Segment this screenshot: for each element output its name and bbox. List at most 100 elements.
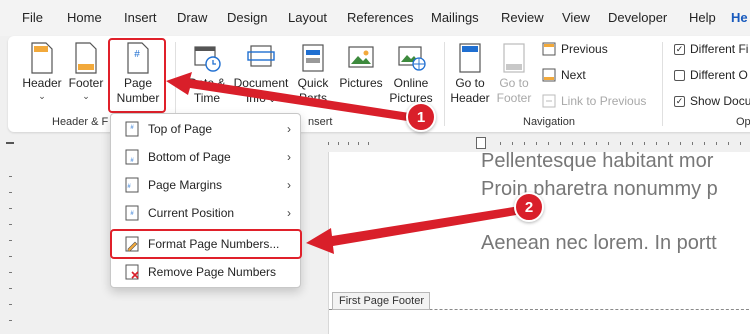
- ruler-tick: [9, 320, 12, 321]
- footer-button[interactable]: Footer ⌄: [66, 42, 106, 101]
- show-document-text-checkbox[interactable]: ✓ Show Docu: [674, 94, 750, 108]
- tab-home[interactable]: Home: [67, 10, 102, 25]
- ruler-tick: [656, 142, 657, 145]
- go-to-header-line1: Go to: [455, 76, 485, 90]
- previous-section-icon: [542, 42, 556, 56]
- group-divider: [662, 42, 663, 126]
- chevron-down-icon: ⌄: [82, 91, 90, 101]
- go-to-header-icon: [459, 43, 481, 73]
- tab-developer[interactable]: Developer: [608, 10, 667, 25]
- ruler-tick: [536, 142, 537, 145]
- ruler-tick: [716, 142, 717, 145]
- checkbox-checked-icon: ✓: [674, 43, 685, 55]
- current-position-icon: #: [125, 205, 139, 221]
- tab-review[interactable]: Review: [501, 10, 544, 25]
- tab-design[interactable]: Design: [227, 10, 267, 25]
- callout-badge-1: 1: [406, 102, 436, 132]
- go-to-header-line2: Header: [450, 91, 490, 105]
- ruler-tick: [9, 256, 12, 257]
- ruler-tick: [9, 176, 12, 177]
- tab-layout[interactable]: Layout: [288, 10, 327, 25]
- chevron-right-icon: ›: [287, 122, 291, 136]
- indent-marker[interactable]: [476, 137, 486, 149]
- document-info-icon: [247, 45, 275, 67]
- ruler-marker: [6, 142, 14, 144]
- footer-icon: [75, 42, 97, 74]
- document-info-button[interactable]: Document Info ⌄: [232, 42, 290, 107]
- menu-item-label: Remove Page Numbers: [148, 265, 277, 279]
- header-footer-group-label: Header & F: [52, 116, 109, 128]
- online-pictures-button[interactable]: Online Pictures: [388, 42, 434, 106]
- first-page-footer-tag: First Page Footer: [332, 292, 430, 310]
- menu-item-page-margins[interactable]: # Page Margins ›: [111, 172, 300, 198]
- tab-references[interactable]: References: [347, 10, 413, 25]
- ruler-tick: [584, 142, 585, 145]
- menu-item-label: Current Position: [148, 206, 235, 220]
- ruler-tick: [348, 142, 349, 145]
- insert-group-label: nsert: [308, 116, 333, 128]
- chevron-down-icon: ⌄: [38, 91, 46, 101]
- ruler-tick: [9, 240, 12, 241]
- ruler-tick: [608, 142, 609, 145]
- ruler-tick: [9, 192, 12, 193]
- different-odd-even-checkbox[interactable]: Different O: [674, 68, 748, 82]
- page-number-dropdown: # Top of Page › # Bottom of Page › # Pag…: [110, 113, 301, 288]
- page-bottom-icon: #: [125, 149, 139, 165]
- tab-view[interactable]: View: [562, 10, 590, 25]
- chevron-right-icon: ›: [287, 206, 291, 220]
- checkbox-unchecked-icon: [674, 69, 685, 81]
- go-to-header-button[interactable]: Go to Header: [450, 42, 490, 106]
- date-time-button[interactable]: Date & Time: [184, 42, 230, 106]
- ruler-tick: [328, 142, 329, 145]
- document-info-line2: Info: [245, 91, 266, 105]
- tab-mailings[interactable]: Mailings: [431, 10, 479, 25]
- tab-draw[interactable]: Draw: [177, 10, 207, 25]
- ruler-tick: [548, 142, 549, 145]
- menu-item-bottom-of-page[interactable]: # Bottom of Page ›: [111, 144, 300, 170]
- page-top-icon: #: [125, 121, 139, 137]
- chevron-down-icon: ⌄: [265, 94, 277, 104]
- tab-header-footer[interactable]: He: [731, 10, 748, 25]
- quick-parts-line1: Quick: [297, 76, 329, 90]
- header-button[interactable]: Header ⌄: [20, 42, 64, 101]
- menu-item-current-position[interactable]: # Current Position ›: [111, 200, 300, 226]
- go-to-footer-icon: [503, 43, 525, 73]
- ruler-tick: [704, 142, 705, 145]
- different-first-page-checkbox[interactable]: ✓ Different Fi: [674, 42, 748, 56]
- ruler-tick: [358, 142, 359, 145]
- menu-item-label: Top of Page: [148, 122, 213, 136]
- options-group-label: Op: [736, 116, 750, 128]
- chevron-right-icon: ›: [287, 178, 291, 192]
- next-label: Next: [561, 68, 586, 82]
- go-to-footer-line1: Go to: [499, 76, 529, 90]
- go-to-footer-button[interactable]: Go to Footer: [494, 42, 534, 106]
- menu-item-top-of-page[interactable]: # Top of Page ›: [111, 116, 300, 142]
- tab-help[interactable]: Help: [689, 10, 716, 25]
- pictures-button[interactable]: Pictures: [338, 42, 384, 91]
- previous-button[interactable]: Previous: [542, 42, 608, 56]
- menu-item-label: Page Margins: [148, 178, 223, 192]
- date-time-line1: Date &: [188, 76, 226, 90]
- quick-parts-button[interactable]: Quick Parts: [294, 42, 332, 106]
- group-divider: [444, 42, 445, 126]
- ruler-tick: [500, 142, 501, 145]
- ruler-tick: [9, 224, 12, 225]
- format-page-numbers-highlight: [110, 229, 302, 259]
- ruler-tick: [596, 142, 597, 145]
- link-to-previous-button[interactable]: Link to Previous: [542, 94, 646, 108]
- link-to-previous-label: Link to Previous: [561, 94, 647, 108]
- ruler-tick: [524, 142, 525, 145]
- quick-parts-line2: Parts: [298, 91, 327, 105]
- pictures-label: Pictures: [339, 76, 383, 90]
- next-button[interactable]: Next: [542, 68, 586, 82]
- ruler-tick: [572, 142, 573, 145]
- menu-bar: File Home Insert Draw Design Layout Refe…: [0, 0, 750, 36]
- tab-file[interactable]: File: [22, 10, 43, 25]
- online-pictures-line1: Online: [393, 76, 429, 90]
- menu-item-remove-page-numbers[interactable]: Remove Page Numbers: [111, 259, 300, 285]
- horizontal-ruler: [300, 136, 750, 150]
- ruler-tick: [9, 304, 12, 305]
- tab-insert[interactable]: Insert: [124, 10, 157, 25]
- ruler-tick: [620, 142, 621, 145]
- date-time-line2: Time: [193, 91, 221, 105]
